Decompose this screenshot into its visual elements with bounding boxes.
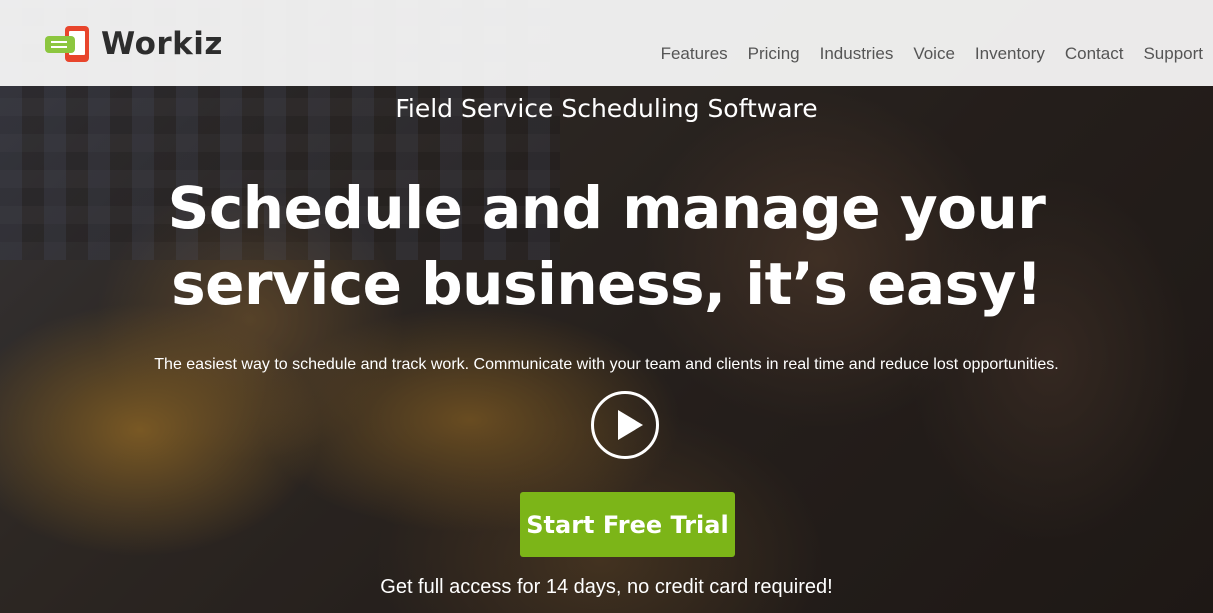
play-video-button[interactable]	[591, 391, 659, 459]
landing-page: Workiz Features Pricing Industries Voice…	[0, 0, 1213, 613]
main-nav: Features Pricing Industries Voice Invent…	[641, 44, 1203, 64]
nav-item-inventory[interactable]: Inventory	[975, 44, 1045, 64]
nav-item-contact[interactable]: Contact	[1065, 44, 1124, 64]
nav-item-voice[interactable]: Voice	[913, 44, 955, 64]
hero-subtext: The easiest way to schedule and track wo…	[154, 356, 1059, 373]
nav-item-support[interactable]: Support	[1143, 44, 1203, 64]
hero-eyebrow: Field Service Scheduling Software	[395, 94, 818, 123]
logo-text: Workiz	[101, 26, 223, 62]
phone-chat-icon	[45, 26, 93, 62]
nav-item-pricing[interactable]: Pricing	[748, 44, 800, 64]
trial-note: Get full access for 14 days, no credit c…	[380, 576, 833, 598]
logo[interactable]: Workiz	[45, 26, 223, 62]
hero-headline: Schedule and manage your service busines…	[167, 174, 1046, 318]
start-free-trial-button[interactable]: Start Free Trial	[520, 492, 735, 557]
logo-bubble-shape	[45, 36, 75, 53]
nav-item-features[interactable]: Features	[661, 44, 728, 64]
site-header: Workiz Features Pricing Industries Voice…	[0, 0, 1213, 86]
nav-item-industries[interactable]: Industries	[820, 44, 894, 64]
play-icon	[618, 410, 643, 440]
